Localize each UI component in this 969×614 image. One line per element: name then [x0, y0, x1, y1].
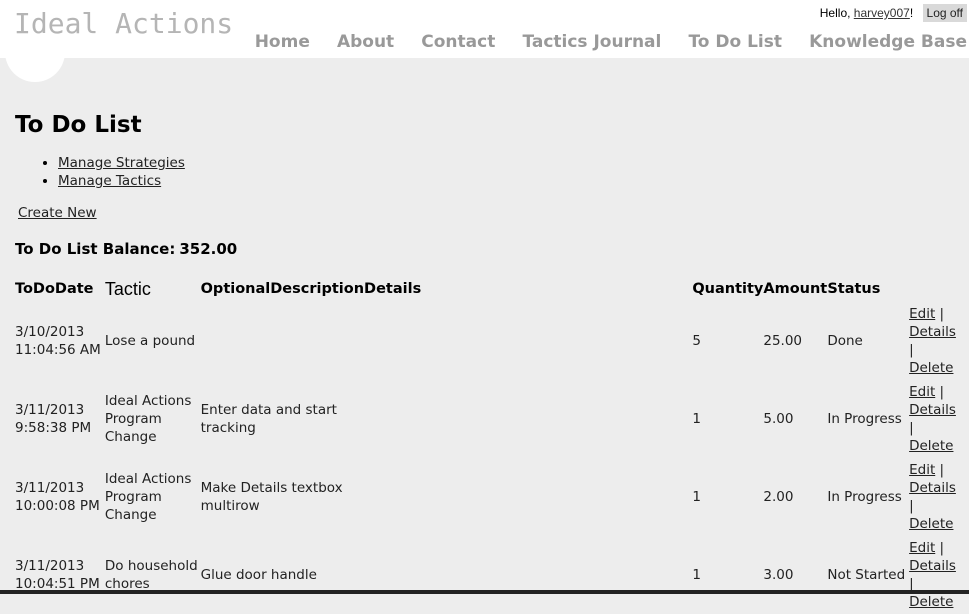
main-nav: Home About Contact Tactics Journal To Do…	[233, 32, 967, 52]
table-header-row: ToDoDate Tactic OptionalDescription Deta…	[15, 276, 969, 302]
details-link[interactable]: Details	[909, 558, 956, 574]
details-link[interactable]: Details	[909, 402, 956, 418]
cell-quantity: 5	[692, 333, 701, 349]
manage-tactics-link[interactable]: Manage Tactics	[58, 173, 161, 189]
header-status: Status	[827, 281, 881, 297]
cell-status: Done	[827, 333, 863, 349]
list-item: Manage Strategies	[58, 154, 185, 172]
cell-details	[364, 458, 692, 536]
separator: |	[909, 498, 914, 514]
balance-label: To Do List Balance:	[15, 240, 176, 258]
page-title: To Do List	[15, 112, 142, 138]
balance-line: To Do List Balance: 352.00	[15, 240, 237, 258]
cell-actions: Edit | Details | Delete	[909, 302, 969, 380]
cell-description	[201, 302, 364, 380]
window-bottom-edge	[0, 590, 969, 594]
cell-description: Glue door handle	[200, 567, 317, 583]
cell-details	[364, 302, 692, 380]
nav-to-do-list[interactable]: To Do List	[688, 32, 782, 52]
todo-table: ToDoDate Tactic OptionalDescription Deta…	[15, 276, 969, 614]
header-date: ToDoDate	[15, 281, 94, 297]
cell-tactic: Ideal Actions Program Change	[104, 471, 192, 523]
login-area: Hello, harvey007! Log off	[820, 4, 967, 22]
cell-actions: Edit | Details | Delete	[909, 380, 969, 458]
separator: |	[939, 306, 945, 322]
cell-actions: Edit | Details | Delete	[909, 458, 969, 536]
balance-value: 352.00	[179, 240, 238, 258]
nav-tactics-journal[interactable]: Tactics Journal	[522, 32, 661, 52]
table-row: 3/11/2013 10:00:08 PM Ideal Actions Prog…	[15, 458, 969, 536]
username-link[interactable]: harvey007	[854, 6, 910, 20]
cell-date: 3/11/2013 10:00:08 PM	[15, 480, 100, 514]
create-new-link[interactable]: Create New	[18, 205, 97, 221]
header-actions	[909, 276, 969, 302]
edit-link[interactable]: Edit	[909, 306, 935, 322]
cell-amount: 25.00	[763, 333, 803, 349]
site-title[interactable]: Ideal Actions	[14, 7, 233, 40]
cell-amount: 2.00	[763, 489, 794, 505]
delete-link[interactable]: Delete	[909, 360, 953, 376]
separator: |	[939, 384, 945, 400]
cell-status: Not Started	[827, 567, 906, 583]
separator: |	[939, 540, 945, 556]
header-quantity: Quantity	[692, 281, 764, 297]
nav-knowledge-base[interactable]: Knowledge Base	[809, 32, 967, 52]
cell-status: In Progress	[827, 489, 902, 505]
details-link[interactable]: Details	[909, 480, 956, 496]
header-details: Details	[364, 281, 422, 297]
cell-description: Enter data and start tracking	[200, 402, 337, 436]
cell-tactic: Lose a pound	[104, 333, 196, 349]
table-row: 3/10/2013 11:04:56 AM Lose a pound 5 25.…	[15, 302, 969, 380]
cell-actions: Edit | Details | Delete	[909, 536, 969, 614]
cell-quantity: 1	[692, 411, 701, 427]
greeting-suffix: !	[909, 6, 914, 20]
header-amount: Amount	[763, 281, 828, 297]
cell-tactic: Ideal Actions Program Change	[104, 393, 192, 445]
cell-quantity: 1	[692, 567, 701, 583]
cell-status: In Progress	[827, 411, 902, 427]
separator: |	[909, 420, 914, 436]
table-row: 3/11/2013 9:58:38 PM Ideal Actions Progr…	[15, 380, 969, 458]
site-header: Ideal Actions Hello, harvey007! Log off …	[0, 0, 969, 82]
nav-contact[interactable]: Contact	[421, 32, 495, 52]
edit-link[interactable]: Edit	[909, 384, 935, 400]
cell-amount: 3.00	[763, 567, 794, 583]
sub-links-list: Manage Strategies Manage Tactics	[38, 154, 185, 190]
todo-table-container: ToDoDate Tactic OptionalDescription Deta…	[15, 276, 969, 614]
nav-home[interactable]: Home	[255, 32, 310, 52]
nav-about[interactable]: About	[337, 32, 394, 52]
list-item: Manage Tactics	[58, 172, 185, 190]
separator: |	[939, 462, 945, 478]
separator: |	[909, 342, 914, 358]
cell-details	[364, 536, 692, 614]
delete-link[interactable]: Delete	[909, 516, 953, 532]
details-link[interactable]: Details	[909, 324, 956, 340]
cell-details	[364, 380, 692, 458]
greeting-prefix: Hello,	[819, 6, 854, 20]
delete-link[interactable]: Delete	[909, 594, 953, 610]
header-description: OptionalDescription	[200, 281, 365, 297]
edit-link[interactable]: Edit	[909, 540, 935, 556]
cell-tactic: Do household chores	[104, 558, 198, 592]
cell-description: Make Details textbox multirow	[200, 480, 343, 514]
cell-date: 3/10/2013 11:04:56 AM	[15, 324, 101, 358]
cell-date: 3/11/2013 9:58:38 PM	[15, 402, 92, 436]
cell-quantity: 1	[692, 489, 701, 505]
edit-link[interactable]: Edit	[909, 462, 935, 478]
cell-amount: 5.00	[763, 411, 794, 427]
header-tactic: Tactic	[104, 278, 151, 299]
delete-link[interactable]: Delete	[909, 438, 953, 454]
logoff-button[interactable]: Log off	[922, 4, 967, 22]
cell-date: 3/11/2013 10:04:51 PM	[15, 558, 100, 592]
manage-strategies-link[interactable]: Manage Strategies	[58, 155, 185, 171]
table-row: 3/11/2013 10:04:51 PM Do household chore…	[15, 536, 969, 614]
